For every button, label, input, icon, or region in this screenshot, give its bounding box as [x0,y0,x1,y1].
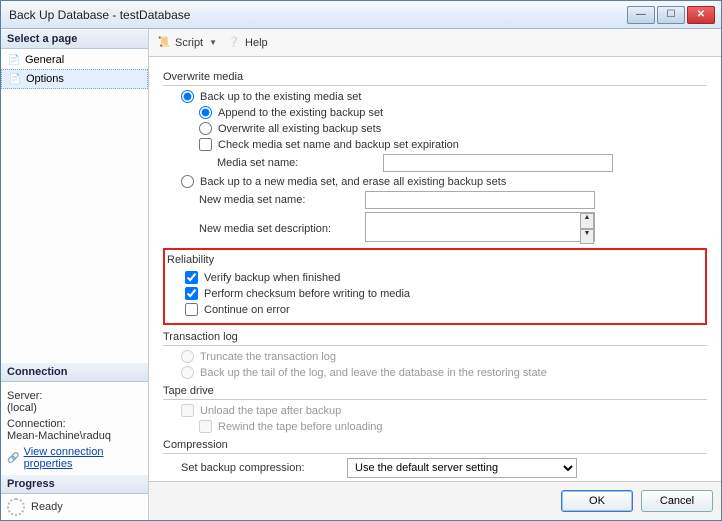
unload-tape-label: Unload the tape after backup [200,405,341,417]
backup-existing-radio[interactable] [181,90,194,103]
media-set-name-label: Media set name: [217,157,377,169]
dropdown-caret-icon: ▼ [209,38,217,47]
unload-tape-checkbox [181,404,194,417]
progress-spinner-icon [7,498,25,516]
connection-info: Server: (local) Connection: Mean-Machine… [1,382,148,474]
continue-error-checkbox[interactable] [185,303,198,316]
compression-group: Compression [163,439,707,454]
select-page-header: Select a page [1,29,148,49]
continue-error-label: Continue on error [204,304,290,316]
sidebar-item-general[interactable]: 📄 General [1,51,148,69]
maximize-button[interactable]: ☐ [657,6,685,24]
overwrite-all-label: Overwrite all existing backup sets [218,123,381,135]
server-label: Server: [7,390,142,402]
backup-new-label: Back up to a new media set, and erase al… [200,176,506,188]
reliability-group: Reliability [167,254,703,268]
perform-checksum-checkbox[interactable] [185,287,198,300]
conn-label: Connection: [7,418,142,430]
verify-backup-label: Verify backup when finished [204,272,340,284]
tape-drive-group: Tape drive [163,385,707,400]
append-existing-label: Append to the existing backup set [218,107,383,119]
new-media-name-label: New media set name: [199,194,359,206]
backup-tail-label: Back up the tail of the log, and leave t… [200,367,547,379]
backup-tail-radio [181,366,194,379]
set-compression-label: Set backup compression: [181,462,341,474]
minimize-button[interactable]: — [627,6,655,24]
conn-value: Mean-Machine\raduq [7,430,142,442]
media-set-name-input[interactable] [383,154,613,172]
progress-header: Progress [1,474,148,494]
server-value: (local) [7,402,142,414]
titlebar: Back Up Database - testDatabase — ☐ ✕ [1,1,721,29]
help-button[interactable]: ❔ Help [227,36,268,50]
reliability-highlight: Reliability Verify backup when finished … [163,248,707,325]
append-existing-radio[interactable] [199,106,212,119]
script-button[interactable]: 📜 Script ▼ [157,36,217,50]
options-panel: Overwrite media Back up to the existing … [149,57,721,481]
close-button[interactable]: ✕ [687,6,715,24]
compression-select[interactable]: Use the default server setting [347,458,577,478]
toolbar: 📜 Script ▼ ❔ Help [149,29,721,57]
desc-spinner[interactable]: ▲▼ [580,213,594,244]
dialog-footer: OK Cancel [149,481,721,520]
backup-existing-label: Back up to the existing media set [200,91,361,103]
overwrite-media-group: Overwrite media [163,71,707,86]
new-media-name-input[interactable] [365,191,595,209]
truncate-log-radio [181,350,194,363]
cancel-button[interactable]: Cancel [641,490,713,512]
script-icon: 📜 [157,36,171,50]
connection-header: Connection [1,362,148,382]
new-media-desc-input[interactable] [365,212,595,242]
new-media-desc-label: New media set description: [199,223,359,235]
page-icon: 📄 [8,72,22,86]
truncate-log-label: Truncate the transaction log [200,351,336,363]
progress-status: Ready [31,501,63,513]
properties-icon: 🔗 [7,451,20,465]
page-icon: 📄 [7,53,21,67]
sidebar-item-label: General [25,54,64,66]
view-connection-link[interactable]: View connection properties [24,446,142,470]
transaction-log-group: Transaction log [163,331,707,346]
perform-checksum-label: Perform checksum before writing to media [204,288,410,300]
rewind-tape-label: Rewind the tape before unloading [218,421,383,433]
window-title: Back Up Database - testDatabase [9,8,627,22]
sidebar: Select a page 📄 General 📄 Options Connec… [1,29,149,520]
sidebar-item-options[interactable]: 📄 Options [1,69,148,89]
check-media-label: Check media set name and backup set expi… [218,139,459,151]
overwrite-all-radio[interactable] [199,122,212,135]
sidebar-item-label: Options [26,73,64,85]
check-media-checkbox[interactable] [199,138,212,151]
ok-button[interactable]: OK [561,490,633,512]
dialog-window: Back Up Database - testDatabase — ☐ ✕ Se… [0,0,722,521]
rewind-tape-checkbox [199,420,212,433]
backup-new-radio[interactable] [181,175,194,188]
verify-backup-checkbox[interactable] [185,271,198,284]
help-icon: ❔ [227,36,241,50]
